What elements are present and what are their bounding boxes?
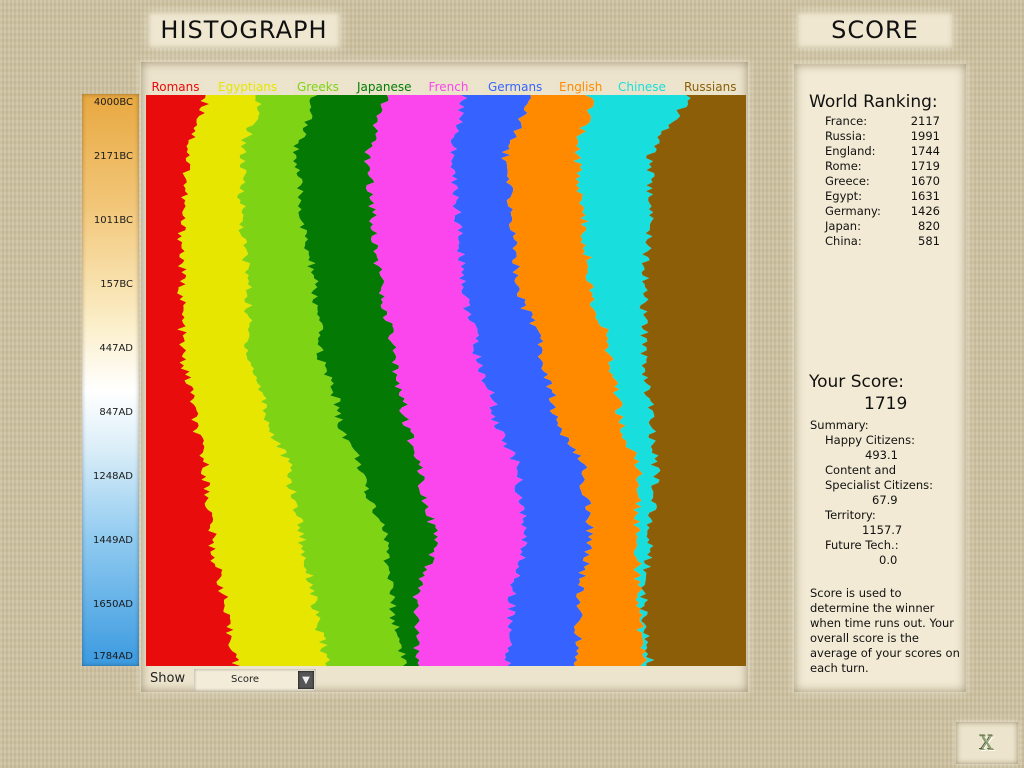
- your-score-value: 1719: [864, 394, 908, 414]
- ranking-civ-score: 1631: [910, 189, 940, 203]
- ranking-civ-score: 1991: [910, 129, 940, 143]
- territory-label: Territory:: [825, 508, 876, 522]
- ranking-civ-score: 581: [918, 234, 940, 248]
- show-label: Show: [150, 671, 186, 686]
- ranking-row: Egypt: 1631: [825, 189, 940, 204]
- content-citizens-label-2: Specialist Citizens:: [825, 478, 933, 492]
- page-title: HISTOGRAPH: [148, 12, 340, 48]
- ranking-civ-name: England:: [825, 144, 876, 158]
- legend-item-chinese: Chinese: [615, 80, 667, 95]
- score-panel: World Ranking: France: 2117 Russia: 1991 Eng…: [794, 64, 966, 692]
- ranking-civ-score: 1670: [910, 174, 940, 188]
- content-citizens-value: 67.9: [872, 493, 898, 507]
- timeline-label: 2171BC: [93, 151, 133, 162]
- ranking-row: China: 581: [825, 234, 940, 249]
- timeline-label: 847AD: [99, 407, 133, 418]
- ranking-civ-name: Egypt:: [825, 189, 863, 203]
- timeline-label: 1784AD: [93, 651, 133, 662]
- show-dropdown-value: Score: [230, 674, 259, 685]
- ranking-civ-name: China:: [825, 234, 862, 248]
- happy-citizens-label: Happy Citizens:: [825, 433, 915, 447]
- future-tech-label: Future Tech.:: [825, 538, 899, 552]
- timeline-label: 1011BC: [93, 215, 133, 226]
- future-tech-value: 0.0: [879, 553, 898, 567]
- timeline-label: 1449AD: [93, 535, 133, 546]
- ranking-row: France: 2117: [825, 114, 940, 129]
- timeline-axis: 4000BC 2171BC 1011BC 157BC 447AD 847AD 1248AD 1…: [82, 94, 139, 666]
- ranking-row: Rome: 1719: [825, 159, 940, 174]
- happy-citizens-value: 493.1: [865, 448, 898, 462]
- close-icon: X: [979, 731, 995, 755]
- your-score-title: Your Score:: [809, 372, 905, 392]
- timeline-label: 1248AD: [93, 471, 133, 482]
- ranking-civ-score: 1719: [910, 159, 940, 173]
- ranking-civ-name: Japan:: [825, 219, 861, 233]
- legend-item-english: English: [556, 80, 602, 95]
- ranking-row: Russia: 1991: [825, 129, 940, 144]
- territory-value: 1157.7: [862, 523, 903, 537]
- summary-label: Summary:: [810, 418, 869, 432]
- legend-item-french: French: [425, 80, 472, 95]
- legend-item-romans: Romans: [148, 80, 203, 95]
- ranking-civ-score: 1744: [910, 144, 940, 158]
- ranking-civ-name: Russia:: [825, 129, 866, 143]
- score-note: Score is used to determine the winner wh…: [810, 586, 960, 675]
- close-button[interactable]: X: [956, 722, 1018, 764]
- histograph-chart: [146, 95, 746, 666]
- show-dropdown[interactable]: Score ▼: [194, 669, 316, 691]
- ranking-civ-score: 1426: [910, 204, 940, 218]
- chevron-down-icon[interactable]: ▼: [298, 671, 314, 689]
- timeline-label: 157BC: [100, 279, 133, 290]
- world-ranking-title: World Ranking:: [809, 92, 938, 112]
- timeline-label: 1650AD: [93, 599, 133, 610]
- ranking-civ-score: 2117: [910, 114, 940, 128]
- legend-item-japanese: Japanese: [354, 80, 412, 95]
- legend-item-russians: Russians: [681, 80, 736, 95]
- score-panel-title: SCORE: [797, 12, 953, 48]
- legend-item-egyptians: Egyptians: [215, 80, 279, 95]
- timeline-label: 4000BC: [93, 97, 133, 108]
- ranking-civ-name: France:: [825, 114, 868, 128]
- band-russians: [639, 95, 746, 666]
- ranking-row: England: 1744: [825, 144, 940, 159]
- ranking-row: Germany: 1426: [825, 204, 940, 219]
- ranking-row: Japan: 820: [825, 219, 940, 234]
- legend-item-greeks: Greeks: [294, 80, 339, 95]
- legend-item-germans: Germans: [485, 80, 542, 95]
- ranking-civ-name: Rome:: [825, 159, 862, 173]
- ranking-row: Greece: 1670: [825, 174, 940, 189]
- content-citizens-label-1: Content and: [825, 463, 897, 477]
- ranking-civ-name: Germany:: [825, 204, 881, 218]
- ranking-civ-name: Greece:: [825, 174, 870, 188]
- ranking-civ-score: 820: [918, 219, 940, 233]
- timeline-label: 447AD: [99, 343, 133, 354]
